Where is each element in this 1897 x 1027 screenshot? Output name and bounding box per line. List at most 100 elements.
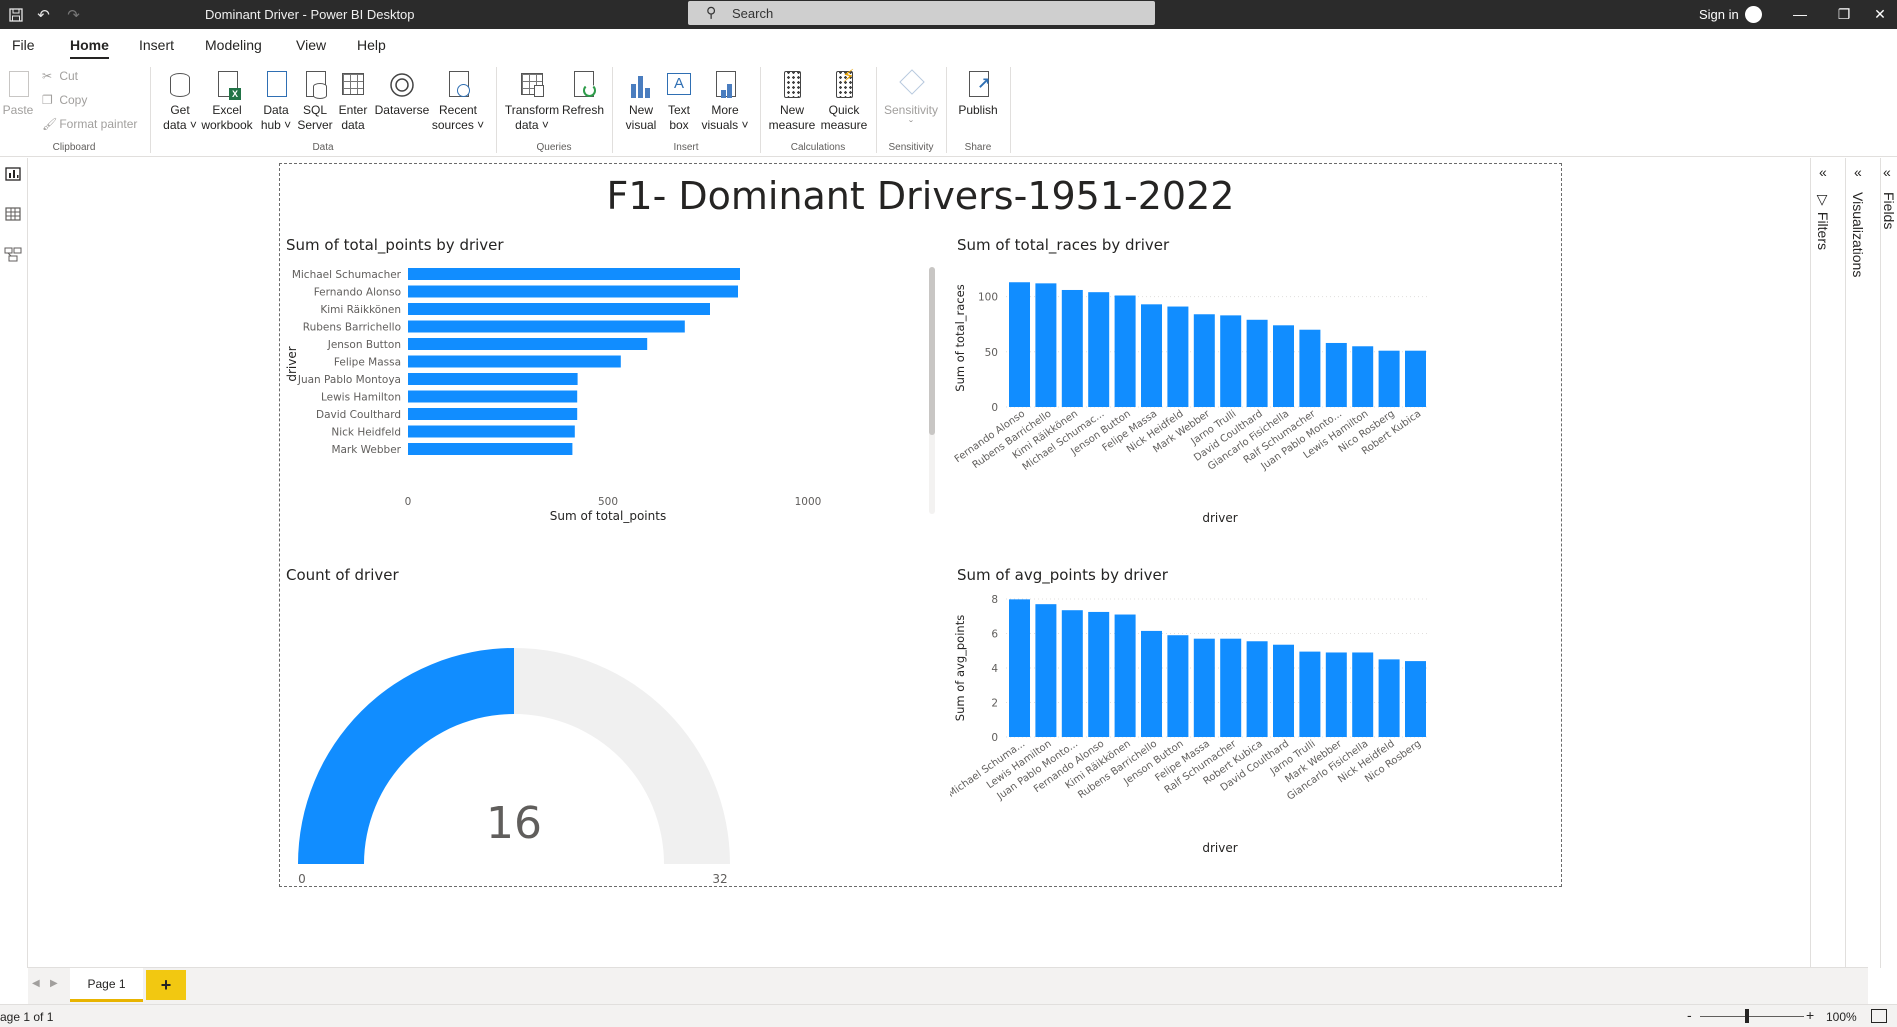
fields-pane[interactable]: « Fields — [1880, 158, 1897, 968]
scrollbar[interactable] — [929, 267, 935, 514]
bar — [1088, 611, 1110, 737]
bar — [1273, 325, 1294, 407]
recent-sources-button[interactable]: Recent sources ˅ — [430, 69, 486, 133]
driver-count-gauge[interactable]: 16 0 32 — [280, 589, 840, 889]
visualizations-pane[interactable]: « Visualizations — [1845, 158, 1880, 968]
group-label: Queries — [536, 142, 572, 153]
ribbon-divider — [496, 67, 497, 153]
publish-button[interactable]: ↗ Publish — [954, 69, 1002, 118]
ribbon-divider — [760, 67, 761, 153]
excel-icon: X — [211, 69, 243, 101]
filter-icon: ▽ — [1815, 192, 1831, 208]
excel-workbook-button[interactable]: X Excel workbook — [198, 69, 256, 133]
bar — [1088, 292, 1110, 407]
share-group: ↗ Publish Share — [948, 65, 1008, 157]
ribbon-divider — [612, 67, 613, 153]
ribbon-divider — [876, 67, 877, 153]
page-tab[interactable]: Page 1 — [70, 968, 143, 1002]
text-box-button[interactable]: A Text box — [662, 69, 696, 133]
collapse-icon[interactable]: « — [1819, 164, 1827, 180]
close-icon[interactable]: ✕ — [1865, 3, 1895, 25]
bar — [1273, 644, 1294, 737]
tab-home[interactable]: Home — [70, 37, 109, 59]
dataverse-button[interactable]: Dataverse — [374, 69, 430, 118]
tab-modeling[interactable]: Modeling — [205, 37, 262, 53]
gauge-fill — [298, 648, 514, 864]
cut-button[interactable]: ✂ Cut — [42, 69, 78, 83]
undo-icon[interactable]: ↶ — [34, 5, 53, 24]
new-measure-button[interactable]: New measure — [766, 69, 818, 133]
bar — [408, 285, 738, 298]
copy-button[interactable]: ❐ Copy — [42, 93, 87, 107]
search-placeholder: Search — [732, 6, 774, 21]
paste-button[interactable]: Paste — [2, 69, 34, 118]
model-view-icon[interactable] — [4, 246, 22, 262]
zoom-slider-thumb[interactable] — [1745, 1009, 1749, 1023]
bar — [1378, 659, 1400, 737]
total-points-bar-chart[interactable]: Michael Schumacher Fernando Alonso Kimi Rä… — [280, 259, 940, 529]
tab-help[interactable]: Help — [357, 37, 386, 53]
bar — [408, 320, 685, 333]
new-visual-button[interactable]: New visual — [624, 69, 658, 133]
fields-pane-label: Fields — [1881, 192, 1897, 230]
save-icon[interactable] — [6, 5, 25, 24]
scrollbar-thumb[interactable] — [929, 267, 935, 435]
bar — [1325, 342, 1347, 407]
data-hub-button[interactable]: Data hub ˅ — [256, 69, 296, 133]
restore-icon[interactable]: ❐ — [1829, 3, 1859, 25]
tab-file[interactable]: File — [12, 37, 35, 53]
bar — [1114, 295, 1136, 407]
bar — [1325, 652, 1347, 737]
data-view-icon[interactable] — [4, 206, 22, 222]
tab-view[interactable]: View — [296, 37, 326, 53]
zoom-in-button[interactable]: + — [1806, 1007, 1814, 1023]
more-visuals-icon — [709, 69, 741, 101]
title-bar: ↶ ↷ Dominant Driver - Power BI Desktop ⚲… — [0, 0, 1897, 29]
search-input[interactable]: ⚲ Search — [688, 1, 1155, 25]
report-canvas[interactable]: F1- Dominant Drivers-1951-2022 Sum of to… — [279, 163, 1562, 887]
get-data-button[interactable]: Get data ˅ — [160, 69, 200, 133]
collapse-icon[interactable]: « — [1854, 164, 1862, 180]
refresh-button[interactable]: Refresh — [560, 69, 606, 118]
gauge-track — [514, 648, 730, 864]
sign-in-link[interactable]: Sign in — [1699, 7, 1739, 22]
bar — [1009, 282, 1030, 407]
text-box-icon: A — [663, 69, 695, 101]
tab-insert[interactable]: Insert — [139, 37, 174, 53]
format-painter-button[interactable]: 🖌 Format painter — [42, 117, 137, 131]
collapse-icon[interactable]: « — [1883, 164, 1891, 180]
transform-data-icon — [516, 69, 548, 101]
prev-page-icon[interactable]: ◀ — [32, 978, 40, 989]
paste-icon — [2, 69, 34, 101]
gauge-max-label: 32 — [712, 872, 727, 886]
minimize-icon[interactable]: — — [1785, 3, 1815, 25]
transform-data-button[interactable]: Transform data ˅ — [504, 69, 560, 133]
avatar[interactable] — [1745, 6, 1762, 23]
bar — [1193, 638, 1215, 737]
more-visuals-button[interactable]: More visuals ˅ — [700, 69, 750, 133]
bar — [1061, 289, 1083, 407]
table-icon — [337, 69, 369, 101]
sensitivity-button[interactable]: Sensitivity ˇ — [882, 69, 940, 133]
bar — [408, 268, 740, 280]
zoom-slider[interactable] — [1700, 1016, 1804, 1017]
calculations-group: New measure ⚡ Quick measure Calculations — [762, 65, 874, 157]
redo-icon[interactable]: ↷ — [64, 5, 83, 24]
enter-data-button[interactable]: Enter data — [334, 69, 372, 133]
group-label: Share — [964, 142, 992, 153]
zoom-out-button[interactable]: - — [1687, 1007, 1692, 1023]
add-page-button[interactable]: + — [146, 970, 186, 1000]
data-hub-icon — [260, 69, 292, 101]
sql-server-button[interactable]: SQL Server — [296, 69, 334, 133]
visualizations-pane-label: Visualizations — [1850, 192, 1866, 278]
filters-pane[interactable]: « ▽ Filters — [1810, 158, 1845, 968]
group-label: Calculations — [790, 142, 846, 153]
avg-points-column-chart[interactable]: 02468Michael Schuma...Lewis HamiltonJuan… — [950, 589, 1550, 859]
quick-measure-button[interactable]: ⚡ Quick measure — [818, 67, 870, 133]
category-label: Rubens Barrichello — [303, 322, 401, 334]
next-page-icon[interactable]: ▶ — [50, 978, 58, 989]
report-view-icon[interactable] — [4, 166, 22, 182]
total-races-column-chart[interactable]: 050100Fernando AlonsoRubens BarrichelloK… — [950, 259, 1550, 529]
scissors-icon: ✂ — [42, 69, 53, 83]
fit-to-page-icon[interactable] — [1871, 1009, 1887, 1023]
